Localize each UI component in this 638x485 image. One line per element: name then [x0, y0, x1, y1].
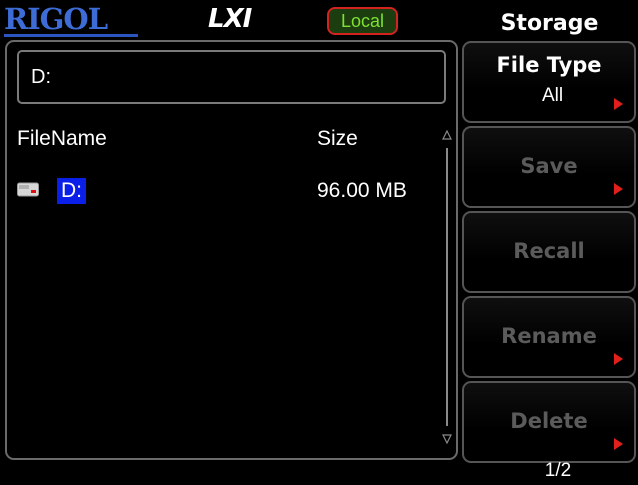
remote-status-badge: Local: [327, 7, 398, 35]
softkey-label: Recall: [513, 239, 585, 263]
scrollbar[interactable]: [439, 130, 455, 454]
column-header-size: Size: [317, 127, 358, 150]
softkey-label: Delete: [510, 409, 588, 433]
menu-page-indicator: 1/2: [544, 460, 572, 481]
lxi-logo: LXI: [208, 4, 252, 34]
submenu-arrow-icon: [614, 353, 623, 365]
column-header-filename: FileName: [17, 127, 107, 150]
softkey-recall[interactable]: Recall: [462, 211, 636, 293]
brand-logo: RIGOL: [4, 2, 108, 36]
path-field: D:: [17, 50, 446, 104]
current-path: D:: [31, 66, 51, 88]
softkey-rename[interactable]: Rename: [462, 296, 636, 378]
drive-icon: [17, 182, 39, 197]
softkey-label: File Type: [496, 53, 602, 77]
file-list-row[interactable]: D: 96.00 MB: [15, 176, 435, 206]
softkey-label: Rename: [501, 324, 597, 348]
scroll-up-icon[interactable]: [442, 130, 452, 140]
softkey-file-type[interactable]: File Type All: [462, 41, 636, 123]
file-browser-panel: D: FileName Size D: 96.00 MB: [5, 40, 458, 460]
file-size: 96.00 MB: [317, 179, 407, 202]
submenu-arrow-icon: [614, 438, 623, 450]
submenu-arrow-icon: [614, 183, 623, 195]
menu-title: Storage: [500, 11, 599, 36]
softkey-delete[interactable]: Delete: [462, 381, 636, 463]
scroll-down-icon[interactable]: [442, 434, 452, 444]
submenu-arrow-icon: [614, 98, 623, 110]
brand-underline: [4, 34, 138, 37]
file-name[interactable]: D:: [57, 178, 86, 204]
scroll-track[interactable]: [446, 148, 448, 426]
softkey-value: All: [542, 85, 564, 106]
softkey-label: Save: [520, 154, 578, 178]
softkey-save[interactable]: Save: [462, 126, 636, 208]
